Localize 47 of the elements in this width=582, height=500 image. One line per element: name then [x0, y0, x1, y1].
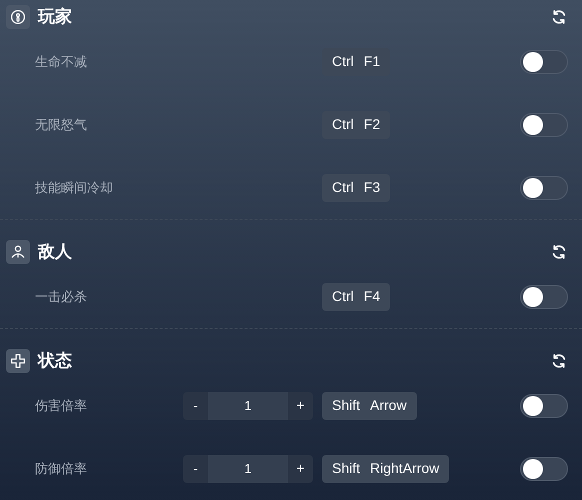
decrement-button[interactable]: - — [183, 392, 208, 420]
section-title: 敌人 — [38, 241, 72, 264]
increment-button[interactable]: + — [288, 392, 313, 420]
person-badge-icon — [6, 5, 30, 29]
toggle-switch[interactable] — [520, 50, 568, 74]
toggle-switch[interactable] — [520, 456, 568, 480]
key-label: Ctrl — [332, 52, 354, 71]
setting-label: 技能瞬间冷却 — [35, 178, 114, 197]
section-title: 状态 — [38, 350, 72, 372]
key-label: Ctrl — [332, 115, 354, 134]
key-label: Arrow — [370, 396, 407, 415]
setting-label: 一击必杀 — [35, 288, 88, 306]
key-label: Shift — [332, 459, 360, 478]
stepper-value: 1 — [208, 454, 288, 482]
cross-icon — [6, 349, 30, 373]
hotkey-badge[interactable]: Ctrl F1 — [322, 48, 390, 76]
increment-button[interactable]: + — [288, 454, 313, 482]
key-label: F2 — [364, 115, 380, 134]
hotkey-badge[interactable]: Shift RightArrow — [322, 454, 450, 482]
setting-label: 无限怒气 — [35, 116, 88, 134]
hotkey-badge[interactable]: Ctrl F3 — [322, 174, 390, 202]
person-icon — [6, 240, 30, 264]
key-label: Ctrl — [332, 287, 354, 306]
hotkey-badge[interactable]: Ctrl F4 — [322, 282, 390, 310]
toggle-switch[interactable] — [520, 176, 568, 200]
refresh-icon[interactable] — [551, 9, 567, 25]
setting-label: 伤害倍率 — [35, 396, 88, 415]
setting-label: 防御倍率 — [35, 460, 88, 478]
key-label: F3 — [364, 178, 380, 197]
stepper-value: 1 — [208, 392, 288, 420]
number-stepper[interactable]: - 1 + — [183, 392, 313, 420]
hotkey-badge[interactable]: Ctrl F2 — [322, 110, 390, 138]
key-label: RightArrow — [370, 459, 440, 478]
decrement-button[interactable]: - — [183, 454, 208, 482]
key-label: F1 — [364, 52, 380, 71]
refresh-icon[interactable] — [551, 353, 567, 369]
key-label: F4 — [364, 287, 380, 306]
toggle-switch[interactable] — [520, 394, 568, 418]
setting-label: 生命不减 — [35, 52, 88, 71]
toggle-switch[interactable] — [520, 112, 568, 136]
section-title: 玩家 — [38, 6, 72, 28]
toggle-switch[interactable] — [520, 284, 568, 308]
number-stepper[interactable]: - 1 + — [183, 454, 313, 482]
refresh-icon[interactable] — [551, 244, 567, 260]
hotkey-badge[interactable]: Shift Arrow — [322, 392, 417, 420]
key-label: Shift — [332, 396, 360, 415]
key-label: Ctrl — [332, 178, 354, 197]
